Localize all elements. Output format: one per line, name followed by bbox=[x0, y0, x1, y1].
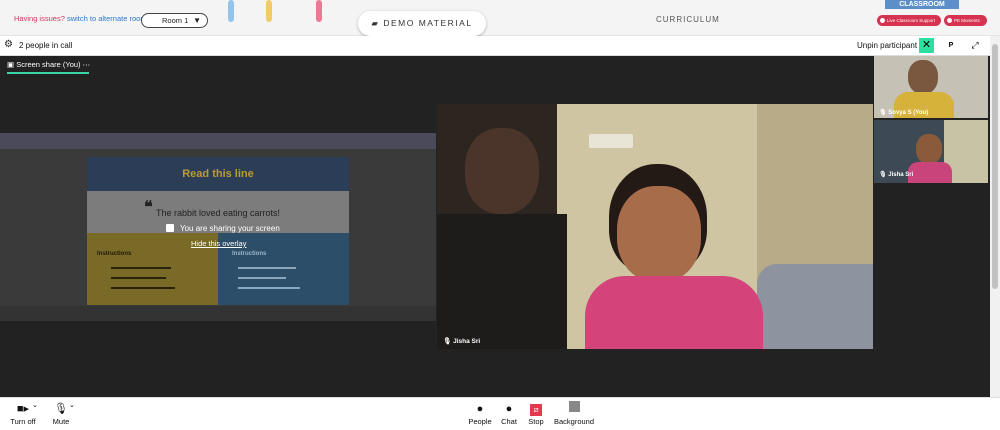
chat-button[interactable]: ● Chat bbox=[498, 401, 520, 426]
decor-stripe bbox=[266, 0, 272, 22]
moments-label: PE Moments bbox=[954, 18, 980, 23]
camera-label: Turn off bbox=[10, 417, 36, 426]
p-button[interactable]: P bbox=[944, 39, 958, 52]
live-support-button[interactable]: Live Classroom Support bbox=[877, 15, 941, 26]
call-controls-bar: ■▸ Turn off ⌄ 🎙 Mute ⌄ ● People ● Chat ⧄… bbox=[0, 397, 1000, 430]
participant-figure bbox=[465, 128, 539, 214]
left-column-heading: Instructions bbox=[97, 251, 132, 257]
chat-bubble-icon: ● bbox=[505, 403, 513, 415]
main-name-label: Jisha Sri bbox=[453, 338, 481, 345]
gear-icon[interactable]: ⚙ bbox=[4, 39, 13, 50]
participant-figure bbox=[908, 60, 938, 94]
person-icon: ● bbox=[476, 403, 484, 415]
screen-share-icon bbox=[166, 224, 174, 232]
people-count: 2 people in call bbox=[19, 41, 73, 50]
bullet-line bbox=[111, 267, 171, 269]
slide-title: Read this line bbox=[87, 157, 349, 191]
video-background bbox=[589, 134, 633, 148]
support-label: Live Classroom Support bbox=[887, 18, 936, 23]
decor-stripe bbox=[316, 0, 322, 22]
people-button[interactable]: ● People bbox=[466, 401, 494, 426]
bullet-line bbox=[238, 267, 296, 269]
alternate-room-link[interactable]: switch to alternate room bbox=[67, 14, 147, 23]
thumb1-label: Sovya S (You) bbox=[888, 110, 929, 116]
moments-icon bbox=[947, 18, 952, 23]
bullet-line bbox=[111, 287, 175, 289]
curriculum-tab[interactable]: CURRICULUM bbox=[656, 15, 720, 24]
stop-label: Stop bbox=[528, 417, 544, 426]
close-icon: ✕ bbox=[921, 39, 932, 51]
slide-toolbar bbox=[0, 133, 436, 149]
screen-share-tab[interactable]: ▣ Screen share (You) ⋯ bbox=[7, 60, 90, 69]
support-icon bbox=[880, 18, 885, 23]
participant-figure bbox=[916, 134, 942, 164]
pe-moments-button[interactable]: PE Moments bbox=[944, 15, 987, 26]
mic-icon: 🎙 bbox=[879, 110, 887, 116]
scrollbar[interactable] bbox=[990, 36, 1000, 397]
unpin-label: Unpin participant bbox=[857, 41, 918, 50]
background-icon bbox=[568, 401, 580, 412]
mic-icon: 🎙 bbox=[879, 172, 887, 178]
main-participant-name: 🎙 Jisha Sri bbox=[443, 337, 480, 345]
quote-icon: ❝ bbox=[144, 199, 153, 216]
bullet-line bbox=[238, 287, 300, 289]
participant-figure bbox=[585, 276, 763, 349]
mute-label: Mute bbox=[52, 417, 70, 426]
background-button[interactable]: Background bbox=[552, 401, 596, 426]
room-select[interactable]: Room 1 ▼ bbox=[141, 13, 208, 28]
stop-share-button[interactable]: ⧄ Stop bbox=[525, 401, 547, 426]
sharing-message: You are sharing your screen bbox=[180, 224, 280, 233]
top-bar: Having issues? switch to alternate room … bbox=[0, 0, 1000, 36]
room-label: Room 1 bbox=[162, 16, 189, 25]
call-header: ⚙ 2 people in call Unpin participant ✕ P… bbox=[0, 36, 990, 56]
thumb-name-you: 🎙 Sovya S (You) bbox=[879, 109, 928, 116]
participant-figure bbox=[908, 162, 952, 183]
scrollbar-thumb[interactable] bbox=[992, 44, 998, 289]
screen-icon: ▣ bbox=[7, 60, 15, 69]
people-label: People bbox=[468, 417, 492, 426]
thumb2-label: Jisha Sri bbox=[888, 172, 914, 178]
unpin-close-button[interactable]: ✕ bbox=[919, 38, 934, 53]
video-background bbox=[757, 264, 873, 349]
chat-label: Chat bbox=[501, 417, 517, 426]
fullscreen-icon[interactable]: ⤢ bbox=[968, 38, 982, 52]
participant-figure bbox=[437, 214, 567, 349]
screen-share-label: Screen share (You) bbox=[16, 60, 81, 69]
chevron-down-icon[interactable]: ⌄ bbox=[69, 401, 75, 409]
right-column-heading: Instructions bbox=[232, 251, 267, 257]
hide-overlay-link[interactable]: Hide this overlay bbox=[191, 239, 246, 248]
chevron-down-icon[interactable]: ⌄ bbox=[32, 401, 38, 409]
tab-indicator bbox=[7, 72, 89, 74]
stop-share-icon: ⧄ bbox=[530, 404, 542, 416]
issues-prefix: Having issues? bbox=[14, 14, 65, 23]
demo-material-button[interactable]: ▰ DEMO MATERIAL bbox=[358, 11, 486, 36]
caret-down-icon: ▼ bbox=[193, 16, 201, 25]
folder-icon: ▰ bbox=[371, 18, 380, 28]
decor-stripe bbox=[228, 0, 234, 22]
more-icon[interactable]: ⋯ bbox=[83, 60, 91, 69]
demo-material-label: DEMO MATERIAL bbox=[383, 18, 473, 28]
bullet-line bbox=[238, 277, 286, 279]
issues-text: Having issues? switch to alternate room bbox=[14, 14, 147, 23]
participant-figure bbox=[617, 186, 701, 282]
slide-footer bbox=[0, 306, 436, 321]
classroom-tab[interactable]: CLASSROOM bbox=[885, 0, 959, 9]
background-label: Background bbox=[553, 417, 595, 426]
slide-quote-text: The rabbit loved eating carrots! bbox=[155, 208, 281, 218]
bullet-line bbox=[111, 277, 166, 279]
thumb-name-jisha: 🎙 Jisha Sri bbox=[879, 171, 913, 178]
mic-icon: 🎙 bbox=[443, 338, 452, 345]
main-video-tile[interactable] bbox=[437, 104, 873, 349]
